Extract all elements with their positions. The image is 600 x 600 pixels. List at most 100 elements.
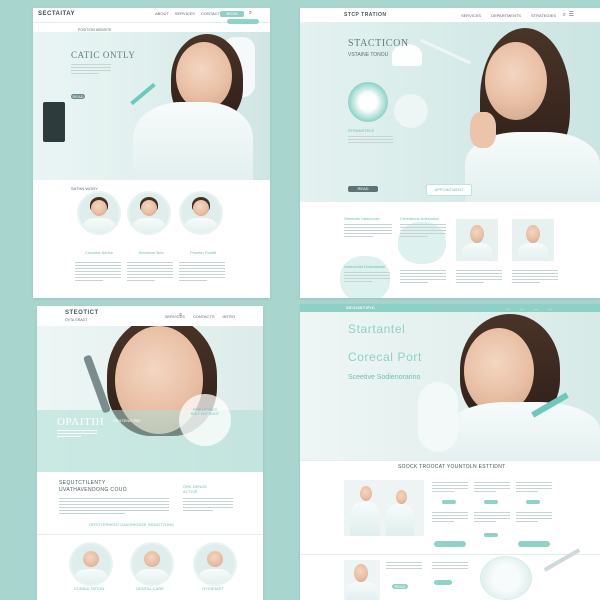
- hero-text: [348, 136, 393, 145]
- read-button[interactable]: [442, 500, 456, 504]
- column-text: [400, 270, 446, 285]
- white-coat: [445, 402, 600, 460]
- webpage-mockup-2: STCP TRATION SERVICES DEPARTMENTS STRATE…: [300, 8, 600, 298]
- hero-text: [71, 64, 111, 76]
- site-logo[interactable]: SECTAITAY: [38, 11, 75, 17]
- side-text: [183, 498, 233, 513]
- read-button[interactable]: [434, 541, 466, 547]
- read-button[interactable]: [484, 500, 498, 504]
- section-title: UVATHAVENDONG COUO: [59, 487, 128, 493]
- read-button[interactable]: READ: [348, 186, 378, 192]
- column-text: [179, 262, 225, 283]
- hero-subtitle: VSTAINE TONOU: [348, 52, 389, 58]
- team-photo[interactable]: [77, 191, 121, 235]
- hero-subtitle: Sceetive Sodienorarino: [348, 374, 421, 381]
- divider: [37, 534, 263, 535]
- nav-link[interactable]: SERVICES: [175, 11, 195, 16]
- search-icon[interactable]: ⌕: [563, 12, 566, 19]
- team-caption: DENTAL CARE: [136, 586, 164, 591]
- nav-links: — — — —: [506, 306, 552, 311]
- section-title: SEQUTCTILENTY: [59, 480, 106, 486]
- column-caption: Penetin Foralit: [190, 250, 216, 255]
- search-icon[interactable]: ⌕: [179, 312, 182, 319]
- search-icon[interactable]: ⌕: [249, 10, 252, 17]
- doctors-photo[interactable]: [344, 480, 424, 536]
- column-title: Ceredendo Adesnotal: [400, 216, 439, 221]
- nav-link[interactable]: SERVICES: [461, 13, 481, 18]
- glass-dish: [480, 556, 532, 600]
- read-button[interactable]: [526, 500, 540, 504]
- read-button[interactable]: [518, 541, 550, 547]
- team-caption: CONSULTATION: [73, 586, 105, 591]
- equipment-left: [43, 102, 65, 142]
- navbar: STEOTICT OVTA GRADT SERVICES CONTACTS IN…: [37, 306, 263, 327]
- appointment-button[interactable]: APPOINTMENT: [426, 184, 472, 196]
- badge-circle: [179, 394, 231, 446]
- light-orb: [394, 94, 428, 128]
- column-text: [512, 270, 558, 285]
- background-person: [418, 382, 458, 452]
- read-button[interactable]: [484, 533, 498, 537]
- column-text: [127, 262, 173, 283]
- site-logo[interactable]: STCP TRATION: [344, 12, 386, 18]
- team-photo[interactable]: [130, 542, 174, 586]
- card-text: [516, 512, 552, 524]
- card-text: [386, 562, 422, 571]
- nav-link[interactable]: —: [534, 306, 538, 311]
- tagline: ORTOTERNENT DAVOIROSSE IVENOTYONS: [89, 522, 174, 527]
- column-text: [456, 270, 502, 285]
- team-photo[interactable]: [69, 542, 113, 586]
- hero-side-text: SENTENO PAT: [113, 418, 141, 423]
- nav-link[interactable]: DEPARTMENTS: [491, 13, 521, 18]
- hero-button[interactable]: READ: [71, 94, 85, 99]
- site-subtitle: OVTA GRADT: [65, 318, 88, 322]
- doctor-photo[interactable]: [512, 219, 554, 261]
- nav-link[interactable]: INTRO: [223, 314, 235, 319]
- nav-link[interactable]: CONTACT: [201, 11, 220, 16]
- nav-link[interactable]: ABOUT: [155, 11, 169, 16]
- doctor-photo[interactable]: [456, 219, 498, 261]
- team-photo[interactable]: [127, 191, 171, 235]
- webpage-mockup-4: SEOUNTIFIC — — — — Startantel Corecal Po…: [300, 304, 600, 600]
- doctor-photo[interactable]: [344, 560, 380, 600]
- webpage-mockup-1: SECTAITAY ABOUT SERVICES CONTACT ✉ BOOK …: [33, 8, 270, 298]
- nav-link[interactable]: —: [506, 306, 510, 311]
- hero-title: Startantel: [348, 322, 406, 336]
- site-logo[interactable]: SEOUNTIFIC: [346, 305, 375, 310]
- nav-link[interactable]: CONTACTS: [193, 314, 215, 319]
- card-text: [474, 482, 510, 494]
- column-caption: Ceraded Nerice: [84, 250, 113, 255]
- book-button[interactable]: BOOK: [220, 11, 244, 17]
- section-heading: SOOCK TROOCAT YOUNTOLN ESTTIDNT: [398, 464, 506, 470]
- header-button[interactable]: [227, 19, 259, 24]
- hero-title: Corecal Port: [348, 350, 422, 364]
- team-photo[interactable]: [193, 542, 237, 586]
- divider: [300, 554, 600, 555]
- team-caption: HYGIENIST: [202, 586, 224, 591]
- navbar: STCP TRATION SERVICES DEPARTMENTS STRATE…: [300, 8, 600, 23]
- white-coat: [133, 102, 253, 180]
- nav-link[interactable]: —: [520, 306, 524, 311]
- card-text: [432, 512, 468, 524]
- team-photo[interactable]: [179, 191, 223, 235]
- column-text: [75, 262, 121, 283]
- hero-title: OPAITIH: [57, 416, 105, 428]
- hand: [470, 112, 496, 148]
- hero-title: STACTICON: [348, 38, 409, 49]
- woman-face: [485, 42, 547, 120]
- nav-links: SERVICES DEPARTMENTS STRATEGIES: [461, 13, 556, 18]
- column-title: Unteorcilet Dosidalanie: [344, 264, 386, 269]
- nav-link[interactable]: —: [548, 306, 552, 311]
- hero-section: CATIC ONTLY READ: [33, 32, 270, 180]
- column-text: [344, 224, 392, 239]
- read-button[interactable]: [434, 580, 452, 585]
- woman-face: [176, 42, 232, 110]
- webpage-mockup-3: STEOTICT OVTA GRADT SERVICES CONTACTS IN…: [37, 306, 263, 600]
- site-logo[interactable]: STEOTICT: [65, 310, 99, 316]
- menu-icon[interactable]: ☰: [569, 11, 574, 18]
- card-text: [516, 482, 552, 494]
- column-caption: Sinetrivre Bes: [138, 250, 164, 255]
- nav-link[interactable]: STRATEGIES: [531, 13, 556, 18]
- read-button[interactable]: READ: [392, 584, 408, 589]
- column-text: [344, 272, 390, 284]
